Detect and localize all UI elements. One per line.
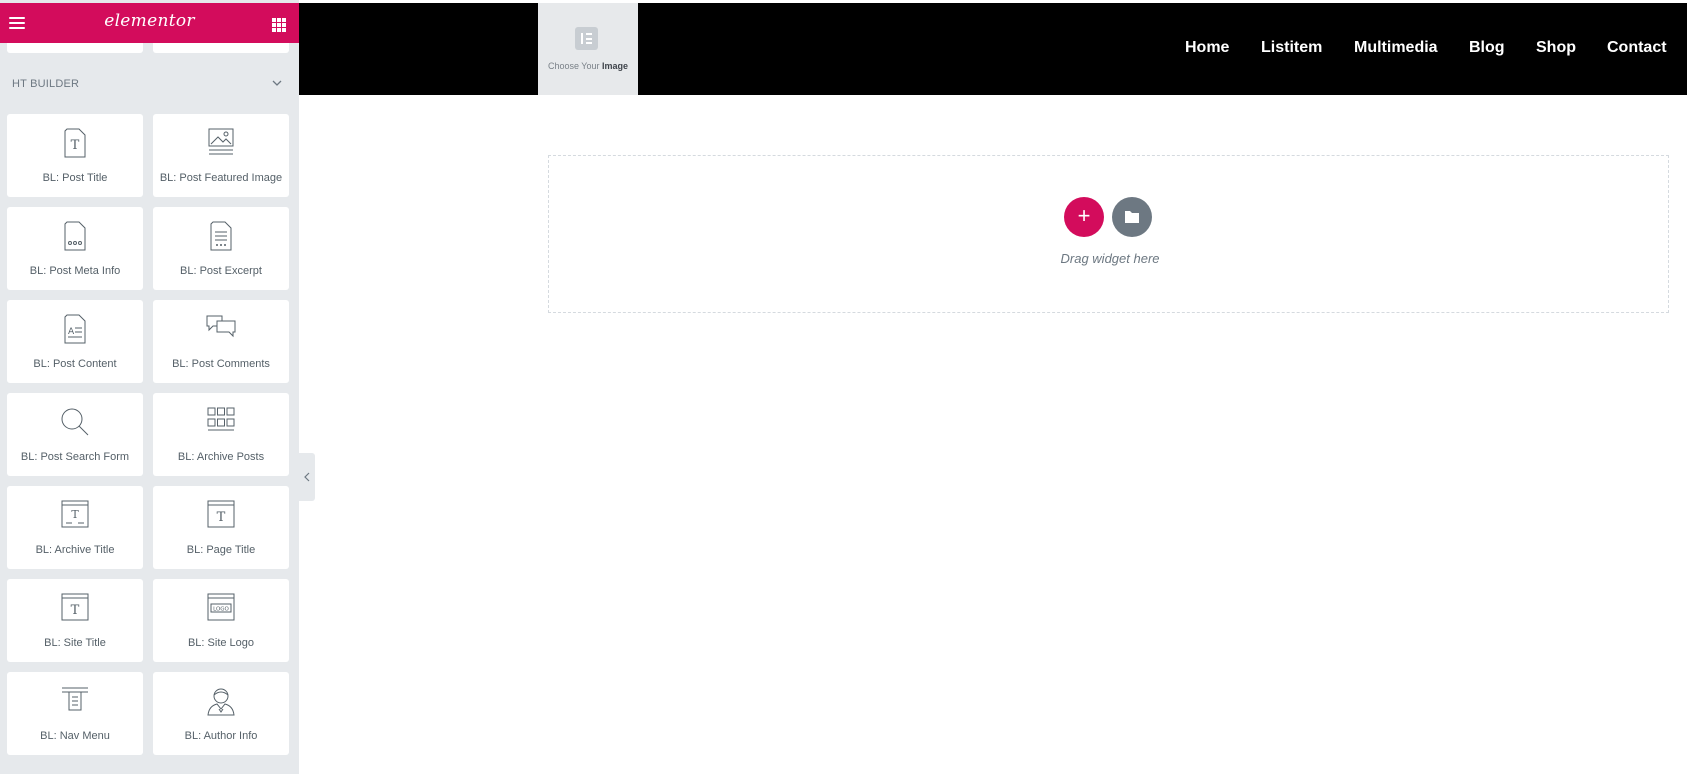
nav-shop[interactable]: Shop (1536, 39, 1576, 57)
svg-text:T: T (217, 510, 226, 525)
nav-menu-icon (62, 687, 88, 711)
brand-logo: elementor (104, 11, 195, 31)
site-title-icon: T (61, 593, 89, 621)
elementor-icon (575, 27, 598, 50)
post-meta-icon (64, 221, 86, 251)
svg-text:T: T (71, 138, 80, 153)
widget-label: BL: Post Featured Image (159, 172, 283, 184)
widget-page-title[interactable]: T BL: Page Title (153, 486, 289, 569)
logo-placeholder-text: Choose Your Image (547, 61, 629, 71)
add-section-button[interactable]: + (1064, 197, 1104, 237)
widget-card-partial[interactable] (7, 43, 143, 53)
drag-widget-hint: Drag widget here (1060, 251, 1160, 266)
drop-zone[interactable] (548, 155, 1669, 313)
logo-placeholder[interactable]: Choose Your Image (538, 3, 638, 95)
chevron-left-icon (304, 472, 310, 482)
author-icon (207, 688, 235, 716)
search-icon (61, 408, 89, 436)
svg-text:T: T (71, 603, 80, 618)
widget-post-title[interactable]: T BL: Post Title (7, 114, 143, 197)
section-toggle[interactable]: HT BUILDER (0, 72, 299, 96)
widget-post-comments[interactable]: BL: Post Comments (153, 300, 289, 383)
archive-posts-icon (207, 407, 235, 431)
comments-icon (206, 315, 236, 338)
section-title: HT BUILDER (12, 78, 80, 90)
post-title-icon: T (64, 128, 86, 158)
widget-label: BL: Post Content (33, 358, 117, 370)
widget-label: BL: Page Title (186, 544, 256, 556)
widget-post-meta-info[interactable]: BL: Post Meta Info (7, 207, 143, 290)
nav-multimedia[interactable]: Multimedia (1354, 39, 1438, 57)
widget-archive-title[interactable]: T BL: Archive Title (7, 486, 143, 569)
elementor-editor: elementor HT BUILDER T BL: Post Title BL… (0, 0, 1687, 774)
widget-panel: elementor HT BUILDER T BL: Post Title BL… (0, 0, 299, 774)
widget-label: BL: Post Meta Info (29, 265, 121, 277)
widgets-grid-icon[interactable] (272, 18, 286, 32)
widget-author-info[interactable]: BL: Author Info (153, 672, 289, 755)
widget-label: BL: Archive Title (35, 544, 115, 556)
widget-site-logo[interactable]: LOGO BL: Site Logo (153, 579, 289, 662)
site-logo-icon: LOGO (207, 593, 235, 621)
svg-text:A: A (68, 327, 75, 337)
widget-label: BL: Archive Posts (177, 451, 265, 463)
widget-label: BL: Post Title (42, 172, 108, 184)
post-content-icon: A (64, 314, 86, 344)
widget-label: BL: Post Search Form (20, 451, 130, 463)
widget-nav-menu[interactable]: BL: Nav Menu (7, 672, 143, 755)
widget-label: BL: Post Comments (172, 358, 270, 370)
nav-home[interactable]: Home (1185, 39, 1229, 57)
widget-label: BL: Post Excerpt (180, 265, 262, 277)
page-title-icon: T (207, 500, 235, 528)
nav-contact[interactable]: Contact (1607, 39, 1667, 57)
nav-listitem[interactable]: Listitem (1261, 39, 1322, 57)
widget-post-search-form[interactable]: BL: Post Search Form (7, 393, 143, 476)
post-excerpt-icon (210, 221, 232, 251)
chevron-down-icon (272, 80, 282, 86)
widget-card-partial[interactable] (153, 43, 289, 53)
widget-post-excerpt[interactable]: BL: Post Excerpt (153, 207, 289, 290)
widget-label: BL: Nav Menu (40, 730, 110, 742)
nav-blog[interactable]: Blog (1469, 39, 1505, 57)
widget-site-title[interactable]: T BL: Site Title (7, 579, 143, 662)
folder-icon (1125, 211, 1139, 223)
add-template-button[interactable] (1112, 197, 1152, 237)
widget-post-content[interactable]: A BL: Post Content (7, 300, 143, 383)
svg-text:T: T (71, 508, 79, 521)
panel-header: elementor (0, 3, 299, 43)
panel-collapse-toggle[interactable] (299, 453, 315, 501)
svg-text:LOGO: LOGO (213, 607, 229, 613)
widget-label: BL: Author Info (184, 730, 258, 742)
archive-title-icon: T (61, 500, 89, 528)
widget-label: BL: Site Title (44, 637, 106, 649)
featured-image-icon (208, 128, 234, 155)
widget-label: BL: Site Logo (187, 637, 255, 649)
widget-archive-posts[interactable]: BL: Archive Posts (153, 393, 289, 476)
widget-post-featured-image[interactable]: BL: Post Featured Image (153, 114, 289, 197)
